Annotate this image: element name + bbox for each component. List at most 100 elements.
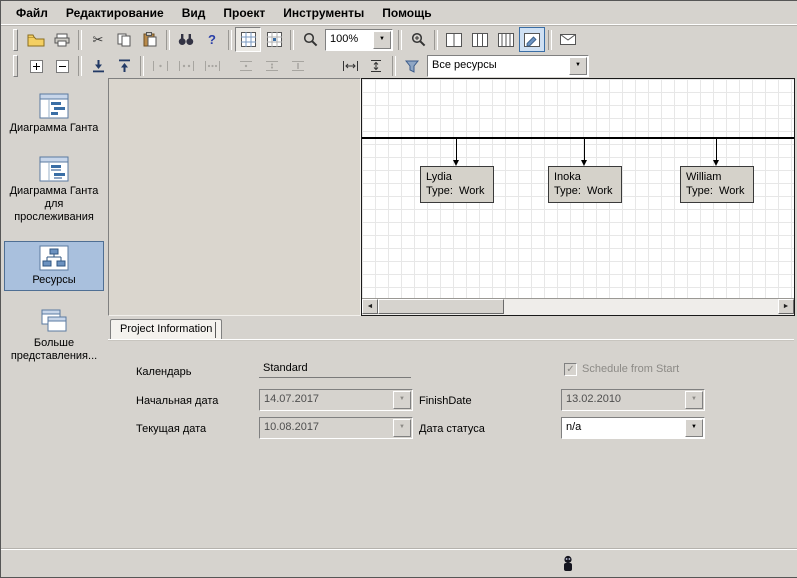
align-top-button[interactable] [111, 54, 137, 79]
resource-node-william[interactable]: William Type: Work [680, 166, 754, 203]
resource-name: Inoka [554, 171, 581, 183]
finish-date-combobox[interactable]: 13.02.2010 ▼ [561, 389, 705, 411]
scroll-left-button[interactable]: ◄ [362, 299, 378, 314]
menu-file[interactable]: Файл [7, 2, 57, 24]
three-pane-button[interactable] [493, 27, 519, 52]
toolbar-gripper[interactable] [13, 55, 18, 77]
spacing-button-5[interactable] [259, 54, 285, 79]
schedule-from-start-checkbox[interactable]: ✓ Schedule from Start [564, 362, 679, 376]
magnifier-plus-icon [411, 32, 425, 47]
finish-date-dropdown-button[interactable]: ▼ [685, 391, 703, 409]
scrollbar-thumb[interactable] [378, 299, 504, 314]
sidebar-item-more-views[interactable]: Больше представления... [5, 304, 103, 367]
filter-button[interactable] [399, 54, 425, 79]
open-button[interactable] [23, 27, 49, 52]
layout-edit-icon [524, 32, 540, 47]
scroll-right-button[interactable]: ► [778, 299, 794, 314]
expand-node-button[interactable] [23, 54, 49, 79]
arrow-up-from-bar-icon [118, 59, 130, 72]
left-panel[interactable] [108, 78, 361, 316]
more-views-icon [41, 309, 67, 332]
paste-button[interactable] [137, 27, 163, 52]
start-date-dropdown-button[interactable]: ▼ [393, 391, 411, 409]
vertical-spacing-icon [371, 60, 381, 72]
status-date-value: n/a [566, 421, 582, 433]
print-button[interactable] [49, 27, 75, 52]
spacing-icon [240, 61, 252, 71]
resource-node-lydia[interactable]: Lydia Type: Work [420, 166, 494, 203]
menu-view[interactable]: Вид [173, 2, 215, 24]
spacing-button-3[interactable] [199, 54, 225, 79]
spacing-button-1[interactable] [147, 54, 173, 79]
calendar-field[interactable]: Standard [259, 359, 411, 378]
single-pane-button[interactable] [441, 27, 467, 52]
toolbar-diagram: Все ресурсы ▼ [1, 53, 797, 79]
horizontal-scrollbar[interactable]: ◄ ► [362, 298, 794, 315]
resources-view-icon [39, 245, 69, 271]
resource-node-inoka[interactable]: Inoka Type: Work [548, 166, 622, 203]
copy-button[interactable] [111, 27, 137, 52]
current-date-dropdown-button[interactable]: ▼ [393, 419, 411, 437]
start-date-combobox[interactable]: 14.07.2017 ▼ [259, 389, 413, 411]
toolbar-gripper[interactable] [13, 28, 18, 51]
resource-graph-panel[interactable]: Lydia Type: Work Inoka Type: Work Willia… [361, 78, 795, 316]
zoom-tool-button[interactable] [297, 27, 323, 52]
vertical-spacing-button[interactable] [363, 54, 389, 79]
spacing-button-4[interactable] [233, 54, 259, 79]
chevron-down-icon: ▼ [399, 424, 405, 430]
toolbar-standard: ✂ ? 100% ▼ [1, 26, 797, 53]
collapse-node-button[interactable] [49, 54, 75, 79]
current-date-combobox[interactable]: 10.08.2017 ▼ [259, 417, 413, 439]
checkbox-label: Schedule from Start [582, 363, 680, 375]
spacing-button-2[interactable] [173, 54, 199, 79]
binoculars-icon [178, 34, 194, 45]
grid-icon [240, 32, 256, 47]
calendar-value: Standard [263, 362, 308, 374]
show-grid-button[interactable] [235, 27, 261, 52]
resource-type: Type: Work [686, 185, 745, 197]
status-date-combobox[interactable]: n/a ▼ [561, 417, 705, 439]
help-button[interactable]: ? [199, 27, 225, 52]
sidebar-item-gantt[interactable]: Диаграмма Ганта [5, 89, 103, 139]
zoom-value: 100% [330, 32, 359, 45]
sidebar-item-resources[interactable]: Ресурсы [4, 241, 104, 291]
cut-button[interactable]: ✂ [85, 27, 111, 52]
spacing-button-6[interactable] [285, 54, 311, 79]
horizontal-spacing-button[interactable] [337, 54, 363, 79]
chevron-down-icon: ▼ [399, 396, 405, 402]
horizontal-spacing-icon [342, 61, 358, 71]
resource-filter-combobox[interactable]: Все ресурсы ▼ [427, 55, 589, 77]
align-bottom-button[interactable] [85, 54, 111, 79]
check-icon: ✓ [566, 363, 575, 375]
menu-tools[interactable]: Инструменты [274, 2, 373, 24]
zoom-combobox[interactable]: 100% ▼ [325, 28, 393, 51]
toolbar-separator [228, 29, 232, 50]
two-pane-button[interactable] [467, 27, 493, 52]
filter-funnel-icon [405, 60, 419, 73]
spacing-icon [292, 61, 304, 71]
printer-icon [54, 33, 70, 46]
menu-project[interactable]: Проект [214, 2, 274, 24]
pane-split-icon [446, 32, 462, 47]
mail-button[interactable] [555, 27, 581, 52]
sidebar-item-label: Больше представления... [10, 337, 98, 362]
status-date-dropdown-button[interactable]: ▼ [685, 419, 703, 437]
grid-snap-icon [266, 32, 282, 47]
menu-edit[interactable]: Редактирование [57, 2, 173, 24]
snap-to-grid-button[interactable] [261, 27, 287, 52]
find-button[interactable] [173, 27, 199, 52]
resource-filter-dropdown-button[interactable]: ▼ [569, 57, 587, 75]
sidebar-item-tracking-gantt[interactable]: Диаграмма Ганта для прослеживания [5, 152, 103, 228]
pane-three-split-icon [498, 32, 514, 47]
tray-robot-icon[interactable] [561, 555, 575, 572]
start-date-value: 14.07.2017 [264, 393, 320, 405]
start-date-label: Начальная дата [136, 395, 219, 407]
zoom-dropdown-button[interactable]: ▼ [373, 30, 391, 49]
menu-help[interactable]: Помощь [373, 2, 440, 24]
checkbox-box[interactable]: ✓ [564, 362, 577, 376]
finish-date-value: 13.02.2010 [566, 393, 622, 405]
tab-project-information[interactable]: Project Information [110, 319, 223, 339]
network-layout-button[interactable] [519, 27, 545, 52]
calendar-label: Календарь [136, 366, 192, 378]
zoom-in-button[interactable] [405, 27, 431, 52]
